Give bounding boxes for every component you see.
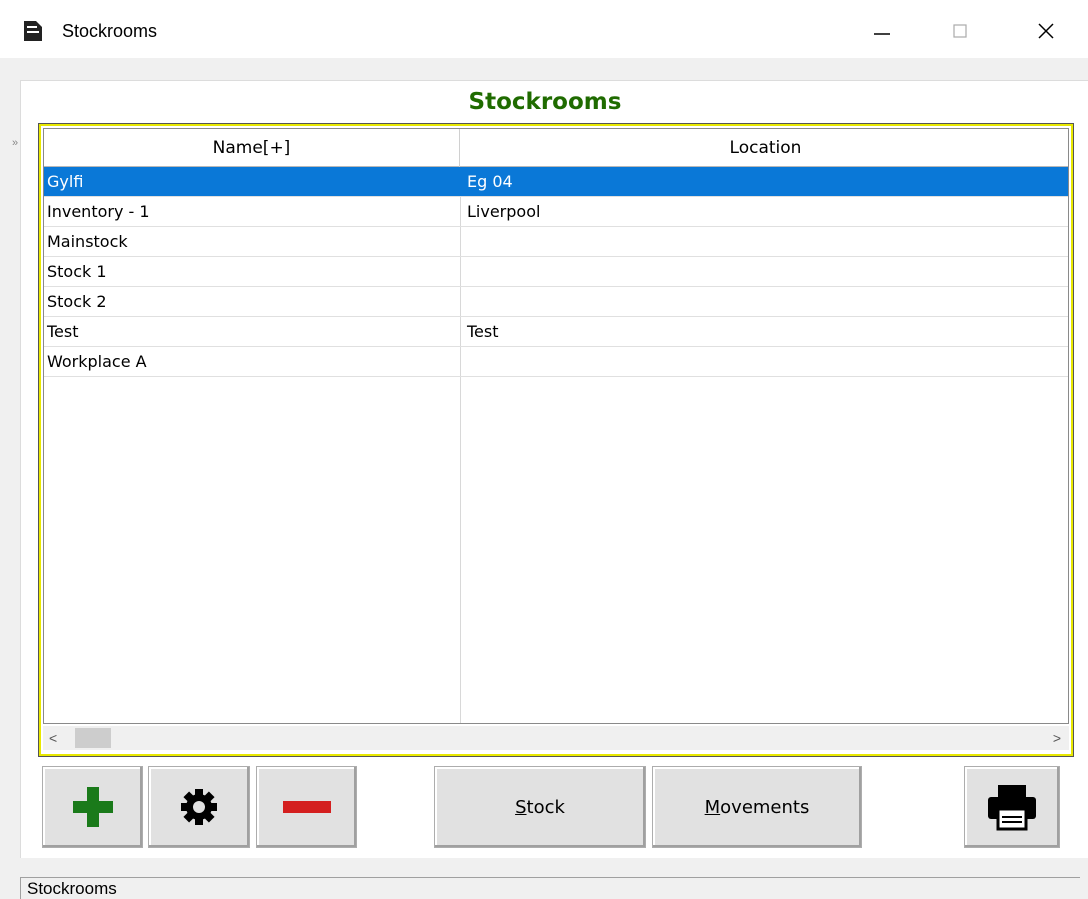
cell-name[interactable]: Stock 1: [44, 257, 460, 287]
settings-button[interactable]: [148, 766, 250, 848]
maximize-icon: [953, 24, 967, 38]
status-text: Stockrooms: [27, 879, 117, 898]
minus-icon: [282, 801, 331, 813]
movements-button-label: Movements: [704, 796, 810, 818]
scroll-thumb[interactable]: [75, 728, 111, 748]
table-row[interactable]: Inventory - 1 Liverpool: [44, 197, 1068, 227]
close-button[interactable]: [1016, 8, 1076, 54]
cell-location[interactable]: Eg 04: [464, 167, 1064, 197]
table-row[interactable]: Mainstock: [44, 227, 1068, 257]
grid-rows: Gylfi Eg 04 Inventory - 1 Liverpool Mainstoc…: [44, 167, 1068, 377]
maximize-button[interactable]: [930, 8, 990, 54]
stockrooms-grid-frame: Name[+] Location Gylfi Eg 04 Inventory - 1…: [38, 123, 1074, 757]
cell-location[interactable]: Liverpool: [464, 197, 1064, 227]
minimize-icon: [874, 33, 890, 35]
cell-location[interactable]: Test: [464, 317, 1064, 347]
printer-icon: [988, 785, 1036, 831]
panel-title: Stockrooms: [468, 89, 622, 115]
add-button[interactable]: [42, 766, 143, 848]
cell-location[interactable]: [464, 347, 1064, 377]
cell-location[interactable]: [464, 287, 1064, 317]
table-row[interactable]: Workplace A: [44, 347, 1068, 377]
cell-name[interactable]: Workplace A: [44, 347, 460, 377]
gear-icon: [181, 789, 217, 825]
cell-location[interactable]: [464, 227, 1064, 257]
table-row[interactable]: Stock 1: [44, 257, 1068, 287]
cell-name[interactable]: Inventory - 1: [44, 197, 460, 227]
status-bar: Stockrooms: [20, 877, 1080, 899]
plus-icon: [72, 787, 113, 827]
table-row[interactable]: Test Test: [44, 317, 1068, 347]
title-bar: Stockrooms: [0, 0, 1088, 58]
column-header-name[interactable]: Name[+]: [44, 129, 460, 167]
cell-name[interactable]: Test: [44, 317, 460, 347]
cell-name[interactable]: Mainstock: [44, 227, 460, 257]
window-title: Stockrooms: [62, 21, 158, 41]
column-header-location[interactable]: Location: [461, 129, 1068, 167]
print-button[interactable]: [964, 766, 1060, 848]
stockrooms-window: Stockrooms » Stockrooms Name[+] Location…: [0, 0, 1088, 899]
horizontal-scrollbar[interactable]: < >: [43, 726, 1069, 750]
movements-button[interactable]: Movements: [652, 766, 862, 848]
table-row[interactable]: Gylfi Eg 04: [44, 167, 1068, 197]
minimize-button[interactable]: [852, 8, 912, 54]
stockrooms-grid: Name[+] Location Gylfi Eg 04 Inventory - 1…: [43, 128, 1069, 724]
side-collapse-indicator[interactable]: »: [12, 137, 18, 149]
close-icon: [1038, 23, 1054, 39]
cell-name[interactable]: Stock 2: [44, 287, 460, 317]
stock-button[interactable]: Stock: [434, 766, 646, 848]
remove-button[interactable]: [256, 766, 357, 848]
stock-button-label: Stock: [515, 796, 565, 818]
scroll-left-icon[interactable]: <: [49, 730, 57, 746]
table-row[interactable]: Stock 2: [44, 287, 1068, 317]
scroll-right-icon[interactable]: >: [1053, 730, 1061, 746]
grid-header: Name[+] Location: [44, 129, 1068, 167]
document-icon: [22, 19, 48, 43]
cell-location[interactable]: [464, 257, 1064, 287]
cell-name[interactable]: Gylfi: [44, 167, 460, 197]
